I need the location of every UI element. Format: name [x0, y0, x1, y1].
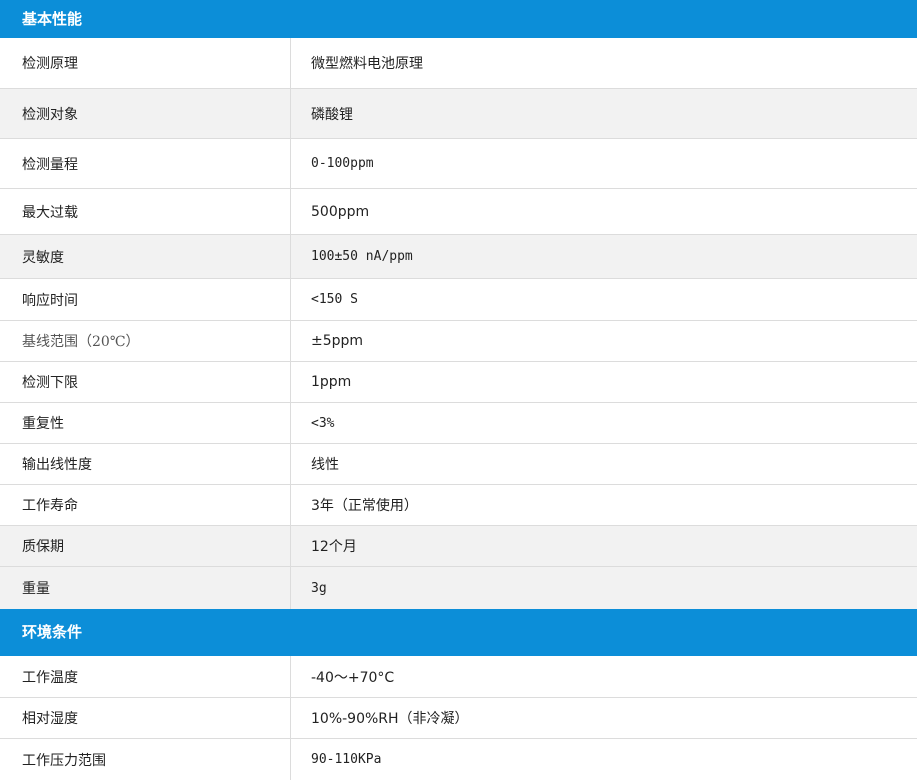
row-value: 1ppm — [311, 374, 352, 390]
spec-row-overload: 最大过载 500ppm — [0, 189, 917, 235]
row-label: 基线范围（20℃） — [0, 321, 291, 361]
row-value: 100±50 nA/ppm — [311, 249, 413, 264]
row-value: <150 S — [311, 292, 358, 307]
row-label: 检测量程 — [0, 139, 291, 188]
row-value: 12个月 — [311, 539, 357, 555]
spec-row-repeatability: 重复性 <3% — [0, 403, 917, 444]
spec-row-detection-limit: 检测下限 1ppm — [0, 362, 917, 403]
spec-row-sensitivity: 灵敏度 100±50 nA/ppm — [0, 235, 917, 279]
row-label: 质保期 — [0, 526, 291, 566]
row-value: 500ppm — [311, 203, 370, 220]
row-label: 响应时间 — [0, 279, 291, 320]
row-value: 微型燃料电池原理 — [311, 56, 423, 72]
spec-row-operating-temperature: 工作温度 -40～+70°C — [0, 656, 917, 698]
spec-table: 基本性能 检测原理 微型燃料电池原理 检测对象 磷酸锂 检测量程 0-100pp… — [0, 0, 917, 780]
section-header-environment: 环境条件 — [0, 609, 917, 656]
row-label: 灵敏度 — [0, 235, 291, 278]
row-value: 磷酸锂 — [311, 106, 353, 123]
row-value: 3g — [311, 580, 327, 596]
spec-row-linearity: 输出线性度 线性 — [0, 444, 917, 485]
spec-row-baseline: 基线范围（20℃） ±5ppm — [0, 321, 917, 362]
row-label: 工作温度 — [0, 656, 291, 697]
spec-row-weight: 重量 3g — [0, 567, 917, 609]
spec-row-target: 检测对象 磷酸锂 — [0, 89, 917, 139]
row-value: <3% — [311, 415, 335, 431]
row-value: 线性 — [311, 457, 339, 473]
spec-row-relative-humidity: 相对湿度 10%-90%RH（非冷凝） — [0, 698, 917, 739]
row-label: 输出线性度 — [0, 444, 291, 484]
row-label: 检测原理 — [0, 38, 291, 88]
row-label: 重复性 — [0, 403, 291, 443]
row-label: 检测对象 — [0, 89, 291, 138]
spec-row-principle: 检测原理 微型燃料电池原理 — [0, 38, 917, 89]
row-value: 3年（正常使用） — [311, 498, 418, 514]
spec-row-range: 检测量程 0-100ppm — [0, 139, 917, 189]
row-label: 工作压力范围 — [0, 739, 291, 780]
row-label: 重量 — [0, 567, 291, 609]
spec-row-lifetime: 工作寿命 3年（正常使用） — [0, 485, 917, 526]
row-value: ±5ppm — [311, 333, 364, 349]
spec-row-warranty: 质保期 12个月 — [0, 526, 917, 567]
row-value: -40～+70°C — [311, 669, 395, 686]
row-value: 10%-90%RH（非冷凝） — [311, 711, 469, 727]
row-label: 最大过载 — [0, 189, 291, 234]
section-header-basic: 基本性能 — [0, 0, 917, 38]
spec-row-response-time: 响应时间 <150 S — [0, 279, 917, 321]
row-value: 0-100ppm — [311, 156, 374, 171]
row-label: 检测下限 — [0, 362, 291, 402]
row-label: 工作寿命 — [0, 485, 291, 525]
row-value: 90-110KPa — [311, 752, 382, 767]
row-label: 相对湿度 — [0, 698, 291, 738]
spec-row-pressure-range: 工作压力范围 90-110KPa — [0, 739, 917, 780]
